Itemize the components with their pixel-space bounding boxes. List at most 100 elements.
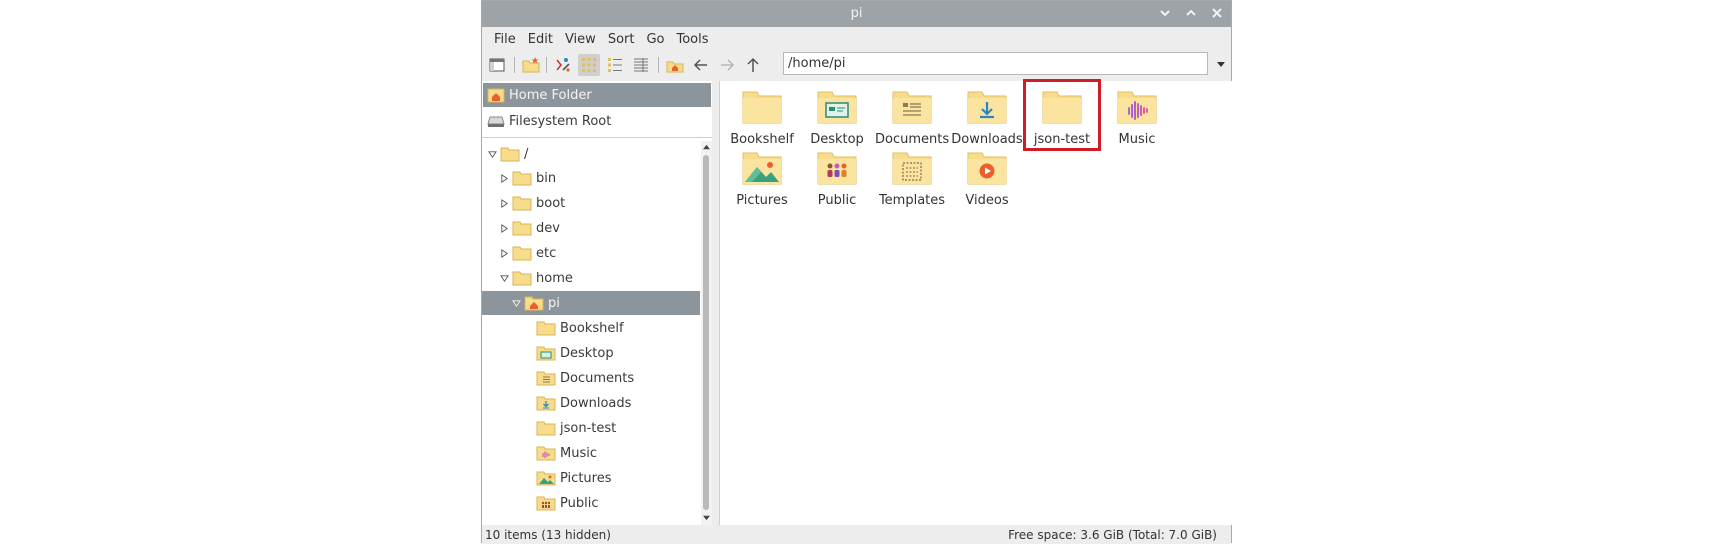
scrollbar-thumb[interactable] [703,155,709,510]
tree-scrollbar[interactable] [701,141,712,525]
videos-folder-icon [967,152,1007,185]
tree-item-dev[interactable]: dev [482,216,712,240]
expander-open-icon[interactable] [498,272,510,284]
pane-splitter[interactable] [712,81,719,525]
tree-item-bin[interactable]: bin [482,166,712,190]
scroll-up-icon[interactable] [702,143,711,152]
list-tree-icon [608,58,622,72]
arrow-left-icon [693,59,707,71]
expander-open-icon[interactable] [510,297,522,309]
file-label: json-test [1033,132,1091,147]
icon-view-button[interactable] [578,54,600,76]
file-label: Music [1118,132,1156,147]
new-folder-button[interactable] [520,54,542,76]
arrow-up-icon [747,57,759,72]
file-item-desktop[interactable]: Desktop [800,88,874,147]
home-folder-icon [524,295,544,311]
tree-item-boot[interactable]: boot [482,191,712,215]
public-folder-icon [817,152,857,185]
tree-item-pi[interactable]: pi [482,291,700,315]
file-label: Bookshelf [730,132,794,147]
pictures-folder-icon [742,152,782,185]
detailed-view-button[interactable] [630,54,652,76]
file-item-templates[interactable]: Templates [875,149,949,208]
place-filesystem-root[interactable]: Filesystem Root [483,109,711,133]
tree-item-label: Music [560,445,597,461]
tree-item-label: Bookshelf [560,320,624,336]
tree-item-label: Public [560,495,599,511]
file-item-public[interactable]: Public [800,149,874,208]
tree-item-downloads[interactable]: Downloads [482,391,712,415]
home-button[interactable] [664,54,686,76]
tree-item-label: bin [536,170,557,186]
up-button[interactable] [742,54,764,76]
downloads-folder-icon [536,395,556,411]
tree-item-home[interactable]: home [482,266,712,290]
forward-button[interactable] [716,54,738,76]
place-home-folder[interactable]: Home Folder [483,83,711,107]
chevron-up-icon [1186,9,1196,16]
compact-view-button[interactable] [604,54,626,76]
new-window-button[interactable] [486,54,508,76]
hidden-files-button[interactable] [552,54,574,76]
folder-icon [1042,91,1082,124]
tree-item-label: dev [536,220,560,236]
menu-view[interactable]: View [559,32,602,47]
file-item-videos[interactable]: Videos [950,149,1024,208]
tree-item-pictures[interactable]: Pictures [482,466,712,490]
folder-icon [512,195,532,211]
file-item-bookshelf[interactable]: Bookshelf [725,88,799,147]
scroll-down-icon[interactable] [702,513,711,522]
file-label: Public [817,193,857,208]
tree-item-documents[interactable]: Documents [482,366,712,390]
file-item-downloads[interactable]: Downloads [950,88,1024,147]
tree-item-root[interactable]: / [482,142,704,166]
file-label: Videos [965,193,1009,208]
back-button[interactable] [690,54,712,76]
toolbar [482,51,1231,81]
tree-item-desktop[interactable]: Desktop [482,341,712,365]
menu-tools[interactable]: Tools [671,32,715,47]
menu-file[interactable]: File [488,32,522,47]
documents-folder-icon [536,370,556,386]
tree-item-label: pi [548,295,560,311]
expander-closed-icon[interactable] [498,172,510,184]
expander-closed-icon[interactable] [498,247,510,259]
music-folder-icon [536,445,556,461]
file-label: Desktop [810,132,864,147]
new-window-icon [489,58,505,72]
pictures-folder-icon [536,470,556,486]
desktop-folder-icon [536,345,556,361]
file-item-pictures[interactable]: Pictures [725,149,799,208]
places-panel: Home Folder Filesystem Root [482,81,713,138]
drive-icon [487,113,505,129]
maximize-button[interactable] [1183,4,1199,22]
folder-icon [512,170,532,186]
tree-item-label: Documents [560,370,635,386]
menu-sort[interactable]: Sort [602,32,641,47]
place-label: Home Folder [509,87,592,103]
status-bar: 10 items (13 hidden) Free space: 3.6 GiB… [482,525,1231,544]
menu-edit[interactable]: Edit [522,32,559,47]
tree-item-json-test[interactable]: json-test [482,416,712,440]
minimize-button[interactable] [1157,4,1173,22]
new-folder-icon [522,57,540,73]
close-button[interactable] [1209,4,1225,22]
path-history-button[interactable] [1214,56,1228,72]
expander-closed-icon[interactable] [498,197,510,209]
folder-icon [512,270,532,286]
path-input[interactable] [783,52,1208,75]
tree-item-etc[interactable]: etc [482,241,712,265]
home-icon [487,87,505,103]
tree-item-public[interactable]: Public [482,491,712,515]
expander-open-icon[interactable] [486,148,498,160]
file-item-music[interactable]: Music [1100,88,1174,147]
menu-go[interactable]: Go [640,32,670,47]
tree-item-bookshelf[interactable]: Bookshelf [482,316,712,340]
title-bar[interactable]: pi [482,1,1231,27]
expander-closed-icon[interactable] [498,222,510,234]
tree-item-music[interactable]: Music [482,441,712,465]
tree-item-label: etc [536,245,557,261]
file-item-documents[interactable]: Documents [875,88,949,147]
file-item-json-test[interactable]: json-test [1023,79,1101,151]
